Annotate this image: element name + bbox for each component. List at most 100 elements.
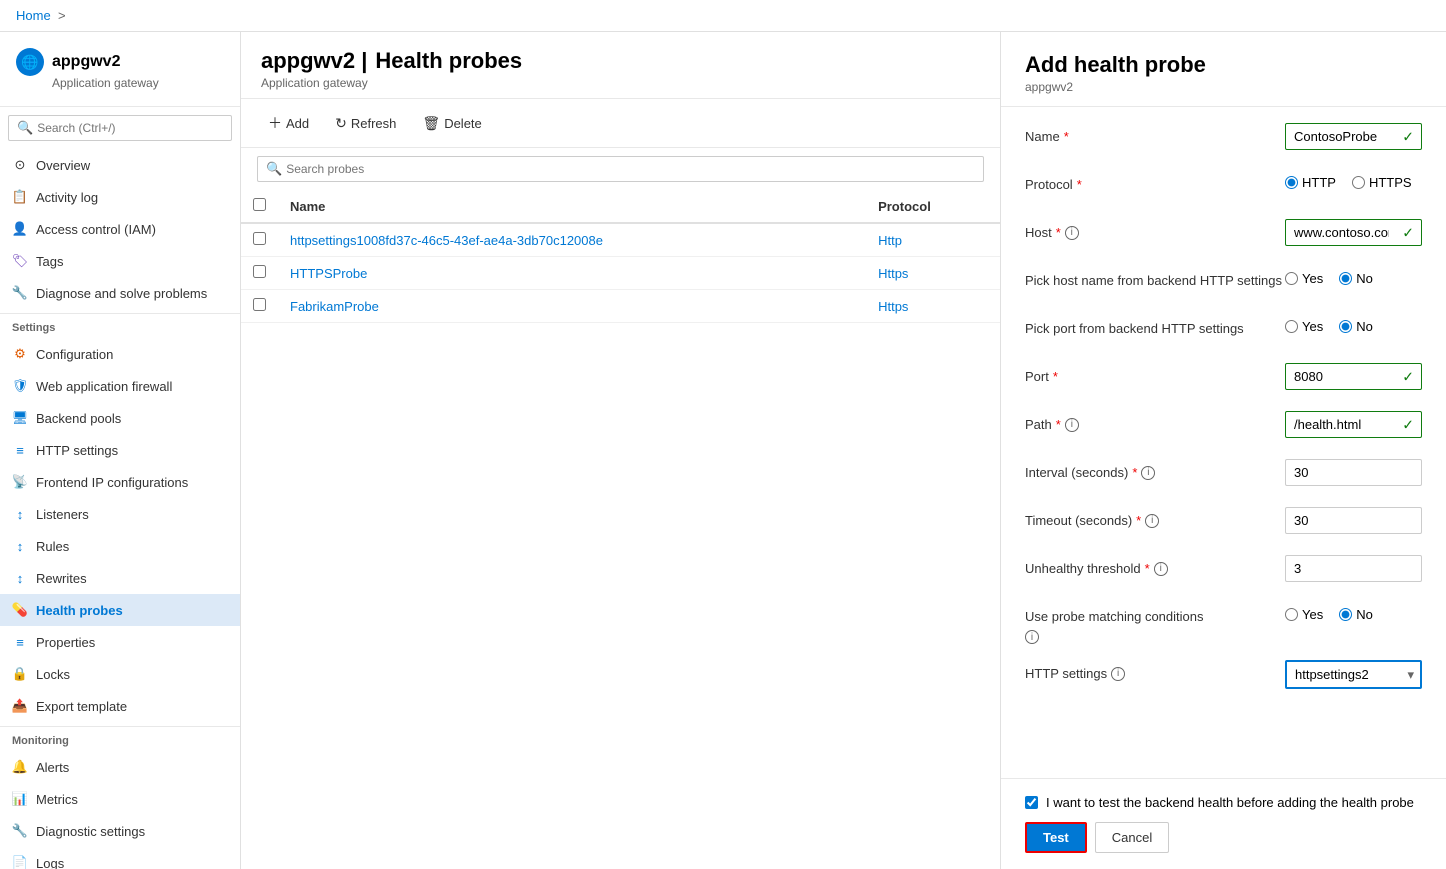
- properties-icon: ≡: [12, 634, 28, 650]
- pick-port-label: Pick port from backend HTTP settings: [1025, 315, 1285, 336]
- http-settings-row: HTTP settings i httpsettings2 ▾: [1025, 660, 1422, 692]
- select-all-checkbox[interactable]: [253, 198, 266, 211]
- use-probe-info-icon[interactable]: i: [1025, 630, 1039, 644]
- cancel-button[interactable]: Cancel: [1095, 822, 1169, 853]
- refresh-button[interactable]: ↻ Refresh: [324, 109, 407, 138]
- table-search-icon: 🔍: [266, 161, 282, 177]
- form-footer: I want to test the backend health before…: [1001, 778, 1446, 869]
- sidebar-search-input[interactable]: [37, 121, 223, 135]
- frontend-icon: 📡: [12, 474, 28, 490]
- delete-button[interactable]: 🗑 Delete: [411, 109, 492, 138]
- sidebar-label-rewrites: Rewrites: [36, 571, 87, 586]
- row-name[interactable]: httpsettings1008fd37c-46c5-43ef-ae4a-3db…: [278, 223, 866, 257]
- sidebar-item-http-settings[interactable]: ≡ HTTP settings: [0, 434, 240, 466]
- sidebar-item-activity-log[interactable]: 📋 Activity log: [0, 181, 240, 213]
- delete-label: Delete: [444, 116, 482, 131]
- sidebar-item-locks[interactable]: 🔒 Locks: [0, 658, 240, 690]
- sidebar-item-rewrites[interactable]: ↕ Rewrites: [0, 562, 240, 594]
- port-check-icon: ✓: [1402, 368, 1414, 385]
- row-checkbox[interactable]: [253, 298, 266, 311]
- protocol-radio-group: HTTP HTTPS: [1285, 171, 1422, 190]
- sidebar-label-http-settings: HTTP settings: [36, 443, 118, 458]
- interval-input[interactable]: [1285, 459, 1422, 486]
- sidebar-item-diagnose[interactable]: 🔧 Diagnose and solve problems: [0, 277, 240, 309]
- unhealthy-input[interactable]: [1285, 555, 1422, 582]
- sidebar-search-wrap[interactable]: 🔍: [8, 115, 232, 141]
- pick-host-yes-option[interactable]: Yes: [1285, 271, 1323, 286]
- sidebar-item-listeners[interactable]: ↕ Listeners: [0, 498, 240, 530]
- pick-port-no-radio[interactable]: [1339, 320, 1352, 333]
- sidebar-item-tags[interactable]: 🏷 Tags: [0, 245, 240, 277]
- sidebar-item-diagnostic-settings[interactable]: 🔧 Diagnostic settings: [0, 815, 240, 847]
- name-control: ✓: [1285, 123, 1422, 150]
- sidebar-item-access-control[interactable]: 👤 Access control (IAM): [0, 213, 240, 245]
- breadcrumb-home[interactable]: Home: [16, 8, 51, 23]
- protocol-http-option[interactable]: HTTP: [1285, 175, 1336, 190]
- pick-host-row: Pick host name from backend HTTP setting…: [1025, 267, 1422, 299]
- row-checkbox-cell: [241, 257, 278, 290]
- toolbar: ＋ Add ↻ Refresh 🗑 Delete: [241, 99, 1000, 148]
- sidebar-item-backend-pools[interactable]: 🖥 Backend pools: [0, 402, 240, 434]
- sidebar-item-frontend-ip[interactable]: 📡 Frontend IP configurations: [0, 466, 240, 498]
- timeout-info-icon[interactable]: i: [1145, 514, 1159, 528]
- host-control: ✓: [1285, 219, 1422, 246]
- pick-host-yes-radio[interactable]: [1285, 272, 1298, 285]
- sidebar-item-metrics[interactable]: 📊 Metrics: [0, 783, 240, 815]
- right-panel: Add health probe appgwv2 Name * ✓: [1001, 32, 1446, 869]
- test-backend-checkbox[interactable]: [1025, 796, 1038, 809]
- sidebar-item-export-template[interactable]: 📤 Export template: [0, 690, 240, 722]
- http-settings-select[interactable]: httpsettings2: [1285, 660, 1422, 689]
- protocol-http-radio[interactable]: [1285, 176, 1298, 189]
- table-search-wrap[interactable]: 🔍: [257, 156, 984, 182]
- add-button[interactable]: ＋ Add: [257, 107, 320, 139]
- pick-port-yes-option[interactable]: Yes: [1285, 319, 1323, 334]
- sidebar-item-health-probes[interactable]: 💊 Health probes: [0, 594, 240, 626]
- row-checkbox-cell: [241, 223, 278, 257]
- path-info-icon[interactable]: i: [1065, 418, 1079, 432]
- row-checkbox[interactable]: [253, 265, 266, 278]
- sidebar-item-alerts[interactable]: 🔔 Alerts: [0, 751, 240, 783]
- row-name[interactable]: FabrikamProbe: [278, 290, 866, 323]
- pick-host-radio-group: Yes No: [1285, 267, 1422, 286]
- use-probe-no-option[interactable]: No: [1339, 607, 1373, 622]
- sidebar-label-export-template: Export template: [36, 699, 127, 714]
- pick-port-yes-radio[interactable]: [1285, 320, 1298, 333]
- table-row: HTTPSProbe Https: [241, 257, 1000, 290]
- sidebar-label-activity-log: Activity log: [36, 190, 98, 205]
- http-settings-info-icon[interactable]: i: [1111, 667, 1125, 681]
- row-name[interactable]: HTTPSProbe: [278, 257, 866, 290]
- use-probe-yes-radio[interactable]: [1285, 608, 1298, 621]
- sidebar-item-rules[interactable]: ↕ Rules: [0, 530, 240, 562]
- test-checkbox-row: I want to test the backend health before…: [1025, 795, 1422, 810]
- unhealthy-info-icon[interactable]: i: [1154, 562, 1168, 576]
- test-button[interactable]: Test: [1025, 822, 1087, 853]
- protocol-control: HTTP HTTPS: [1285, 171, 1422, 190]
- pick-port-no-option[interactable]: No: [1339, 319, 1373, 334]
- table-search-area: 🔍: [257, 156, 984, 182]
- use-probe-no-label: No: [1356, 607, 1373, 622]
- use-probe-no-radio[interactable]: [1339, 608, 1352, 621]
- pick-port-no-label: No: [1356, 319, 1373, 334]
- host-info-icon[interactable]: i: [1065, 226, 1079, 240]
- path-label: Path * i: [1025, 411, 1285, 432]
- sidebar-item-properties[interactable]: ≡ Properties: [0, 626, 240, 658]
- use-probe-yes-option[interactable]: Yes: [1285, 607, 1323, 622]
- unhealthy-label: Unhealthy threshold * i: [1025, 555, 1285, 576]
- monitoring-section-title: Monitoring: [0, 726, 240, 751]
- interval-info-icon[interactable]: i: [1141, 466, 1155, 480]
- row-checkbox-cell: [241, 290, 278, 323]
- timeout-input[interactable]: [1285, 507, 1422, 534]
- protocol-https-radio[interactable]: [1352, 176, 1365, 189]
- protocol-https-option[interactable]: HTTPS: [1352, 175, 1412, 190]
- protocol-label: Protocol *: [1025, 171, 1285, 192]
- table-search-input[interactable]: [286, 162, 975, 176]
- sidebar-item-logs[interactable]: 📄 Logs: [0, 847, 240, 869]
- sidebar-item-waf[interactable]: 🛡 Web application firewall: [0, 370, 240, 402]
- content-area: appgwv2 | Health probes Application gate…: [241, 32, 1446, 869]
- port-control: ✓: [1285, 363, 1422, 390]
- pick-host-no-radio[interactable]: [1339, 272, 1352, 285]
- sidebar-item-overview[interactable]: ⊙ Overview: [0, 149, 240, 181]
- pick-host-no-option[interactable]: No: [1339, 271, 1373, 286]
- sidebar-item-configuration[interactable]: ⚙ Configuration: [0, 338, 240, 370]
- row-checkbox[interactable]: [253, 232, 266, 245]
